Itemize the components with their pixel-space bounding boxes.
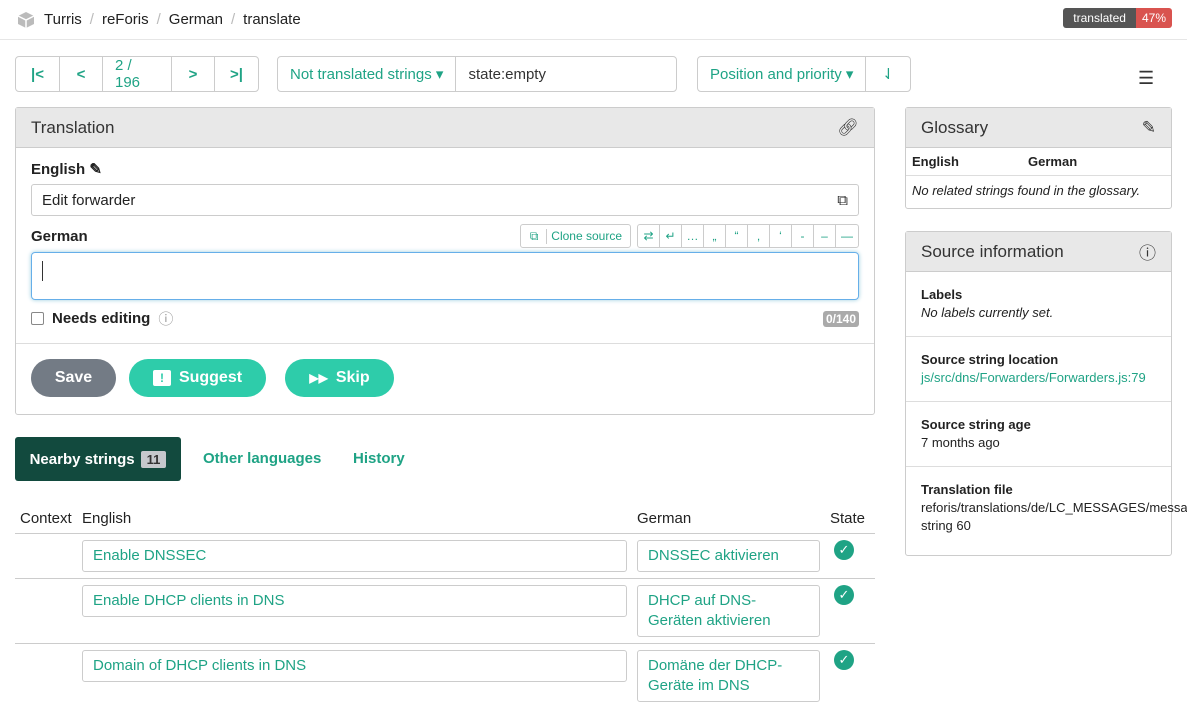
- sort-label: Position and priority: [710, 65, 842, 83]
- panel-title: Glossary: [921, 117, 989, 137]
- german-cell[interactable]: DHCP auf DNS-Geräten aktivieren: [637, 584, 820, 637]
- special-char-button[interactable]: –: [814, 225, 836, 247]
- save-button[interactable]: Save: [31, 359, 116, 397]
- tab-history[interactable]: History: [353, 450, 405, 467]
- table-row[interactable]: Domain of DHCP clients in DNS Domäne der …: [15, 643, 875, 708]
- age-info: Source string age 7 months ago: [906, 402, 1171, 467]
- location-info: Source string location js/src/dns/Forward…: [906, 337, 1171, 402]
- next-button[interactable]: >: [172, 57, 215, 91]
- special-chars-toolbar: ⇄ ↵… „ “, ‘- – —: [637, 224, 859, 248]
- sort-dropdown[interactable]: Position and priority ▾: [698, 57, 867, 91]
- glossary-panel: Glossary ✎ English German No related strin…: [905, 107, 1172, 209]
- special-char-button[interactable]: ⇄: [638, 225, 660, 247]
- status-badge[interactable]: translated 47%: [1063, 8, 1172, 28]
- english-cell[interactable]: Domain of DHCP clients in DNS: [82, 649, 627, 682]
- check-icon: ✓: [834, 539, 854, 560]
- source-text: Edit forwarder ⧉: [31, 184, 859, 216]
- suggest-icon: !: [152, 370, 171, 386]
- needs-editing-checkbox[interactable]: Needs editing ⓘ: [31, 308, 173, 329]
- breadcrumb-page: translate: [243, 11, 301, 28]
- glossary-col-english: English: [912, 154, 959, 169]
- special-char-button[interactable]: ↵: [660, 225, 682, 247]
- link-icon[interactable]: 🔗︎: [837, 118, 859, 138]
- panel-title: Translation: [31, 117, 115, 137]
- info-icon: ⓘ: [1139, 244, 1156, 263]
- translation-panel: Translation 🔗︎ English ✎ Edit forwarder ⧉ …: [15, 107, 875, 415]
- project-icon: [17, 11, 35, 28]
- special-char-button[interactable]: —: [836, 225, 858, 247]
- search-input[interactable]: state:empty: [456, 57, 676, 91]
- filter-dropdown[interactable]: Not translated strings ▾: [278, 57, 457, 91]
- german-cell[interactable]: DNSSEC aktivieren: [637, 539, 820, 572]
- top-bar: Turris / reForis / German / translate trans…: [0, 0, 1187, 40]
- position-indicator[interactable]: 2 / 196: [103, 57, 172, 91]
- glossary-empty: No related strings found in the glossary…: [912, 183, 1141, 198]
- settings-sliders-icon[interactable]: ☰: [1138, 68, 1154, 89]
- special-char-button[interactable]: ,: [748, 225, 770, 247]
- nearby-count: 11: [140, 450, 167, 468]
- special-char-button[interactable]: „: [704, 225, 726, 247]
- table-row[interactable]: Enable DNSSEC DNSSEC aktivieren ✓: [15, 533, 875, 579]
- check-icon: ✓: [834, 649, 854, 670]
- pencil-icon[interactable]: ✎: [89, 161, 102, 178]
- breadcrumb: Turris / reForis / German / translate: [16, 10, 301, 30]
- suggest-button[interactable]: ! Suggest: [129, 359, 266, 397]
- check-icon: ✓: [834, 584, 854, 605]
- glossary-col-german: German: [1028, 154, 1078, 169]
- copy-icon[interactable]: ⧉: [837, 192, 848, 209]
- prev-button[interactable]: <: [60, 57, 103, 91]
- filter-label: Not translated strings: [290, 65, 432, 83]
- sort-direction-icon[interactable]: ⇃: [866, 57, 910, 91]
- special-char-button[interactable]: ‘: [770, 225, 792, 247]
- source-info-panel: Source information ⓘ Labels No labels curr…: [905, 231, 1187, 556]
- tab-nearby-strings[interactable]: Nearby strings 11: [15, 437, 181, 481]
- nearby-strings-table: Context English German State Enable DNSSEC D…: [15, 504, 875, 708]
- first-button[interactable]: |<: [16, 57, 60, 91]
- col-english: English: [77, 504, 632, 534]
- clone-source-button[interactable]: ⧉ Clone source: [520, 224, 631, 248]
- location-link[interactable]: js/src/dns/Forwarders/Forwarders.js:79: [921, 370, 1146, 385]
- filter-group: Not translated strings ▾ state:empty: [277, 56, 677, 92]
- info-icon: ⓘ: [158, 311, 174, 328]
- breadcrumb-language[interactable]: German: [169, 11, 223, 28]
- file-info: Translation file reforis/translations/de/…: [921, 482, 1187, 533]
- english-cell[interactable]: Enable DNSSEC: [82, 539, 627, 572]
- clone-icon: ⧉: [525, 228, 548, 244]
- panel-title: Source information: [921, 241, 1064, 261]
- target-language-label: German: [31, 227, 88, 245]
- breadcrumb-project[interactable]: Turris: [44, 11, 82, 28]
- pager: |< < 2 / 196 > >|: [15, 56, 259, 92]
- german-cell[interactable]: Domäne der DHCP-Geräte im DNS: [637, 649, 820, 702]
- english-cell[interactable]: Enable DHCP clients in DNS: [82, 584, 627, 617]
- col-context: Context: [15, 504, 77, 534]
- badge-percent: 47%: [1135, 8, 1172, 28]
- col-state: State: [825, 504, 875, 534]
- special-char-button[interactable]: …: [682, 225, 704, 247]
- source-language-label: English ✎: [31, 161, 102, 178]
- last-button[interactable]: >|: [215, 57, 258, 91]
- tab-other-languages[interactable]: Other languages: [203, 450, 321, 467]
- special-char-button[interactable]: -: [792, 225, 814, 247]
- char-counter: 0/140: [822, 310, 859, 327]
- badge-label: translated: [1063, 8, 1136, 28]
- translation-textarea[interactable]: [31, 252, 859, 300]
- skip-icon: ▶▶: [309, 371, 328, 385]
- table-row[interactable]: Enable DHCP clients in DNS DHCP auf DNS-G…: [15, 578, 875, 644]
- breadcrumb-component[interactable]: reForis: [102, 11, 149, 28]
- pencil-icon[interactable]: ✎: [1142, 118, 1156, 138]
- col-german: German: [632, 504, 825, 534]
- labels-info: Labels No labels currently set.: [906, 272, 1171, 337]
- sort-group: Position and priority ▾ ⇃: [697, 56, 912, 92]
- special-char-button[interactable]: “: [726, 225, 748, 247]
- skip-button[interactable]: ▶▶ Skip: [285, 359, 394, 397]
